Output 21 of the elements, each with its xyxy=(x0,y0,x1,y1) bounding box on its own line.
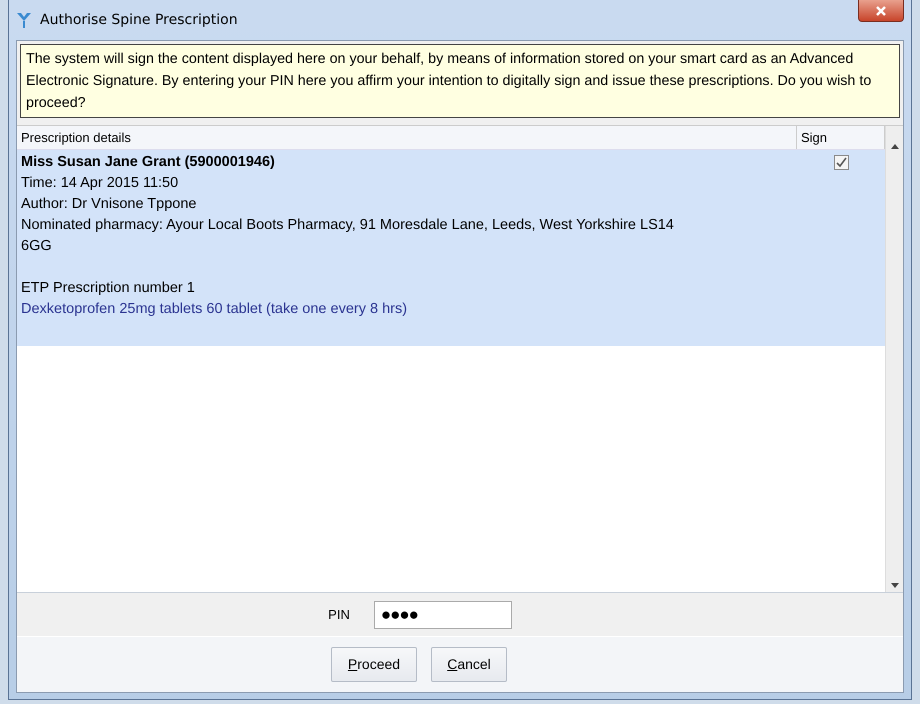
pin-field[interactable]: ●●●● xyxy=(374,600,512,628)
detail-text: Time: 14 Apr 2015 11:50 xyxy=(21,174,180,193)
patient-name: Miss Susan Jane Grant (5900001946) xyxy=(21,153,276,172)
app-logo-icon xyxy=(16,11,32,29)
scroll-up-icon[interactable] xyxy=(890,144,898,149)
medication-text: Dexketoprofen 25mg tablets 60 tablet (take one every 8 hrs) xyxy=(21,300,408,319)
pin-label: PIN xyxy=(328,606,350,624)
window-title: Authorise Spine Prescription xyxy=(40,10,238,30)
notice-message: The system will sign the content displayed here on your behalf, by means of information stored on your smart card as an Advanced Electronic Signature. By entering your PIN here you affirm your intention to digitally sign and issue these prescriptions. Do you wish to proceed? xyxy=(20,44,900,118)
scrollbar[interactable] xyxy=(885,126,903,592)
scroll-down-icon[interactable] xyxy=(890,583,898,588)
prescription-row[interactable] xyxy=(17,150,885,346)
sign-checkbox[interactable] xyxy=(834,155,848,170)
detail-text: Author: Dr Vnisone Tppone xyxy=(21,195,198,214)
close-button[interactable] xyxy=(858,0,904,22)
dialog-button[interactable]: Cancel xyxy=(431,647,507,682)
prescription-number: ETP Prescription number 1 xyxy=(21,279,196,298)
column-header[interactable]: Prescription details xyxy=(17,126,797,149)
close-icon xyxy=(875,4,887,16)
detail-text: Nominated pharmacy: Ayour Local Boots Pharmacy, 91 Moresdale Lane, Leeds, West Yorkshire LS14 6GG xyxy=(21,216,675,256)
dialog-button[interactable]: Proceed xyxy=(331,647,417,682)
